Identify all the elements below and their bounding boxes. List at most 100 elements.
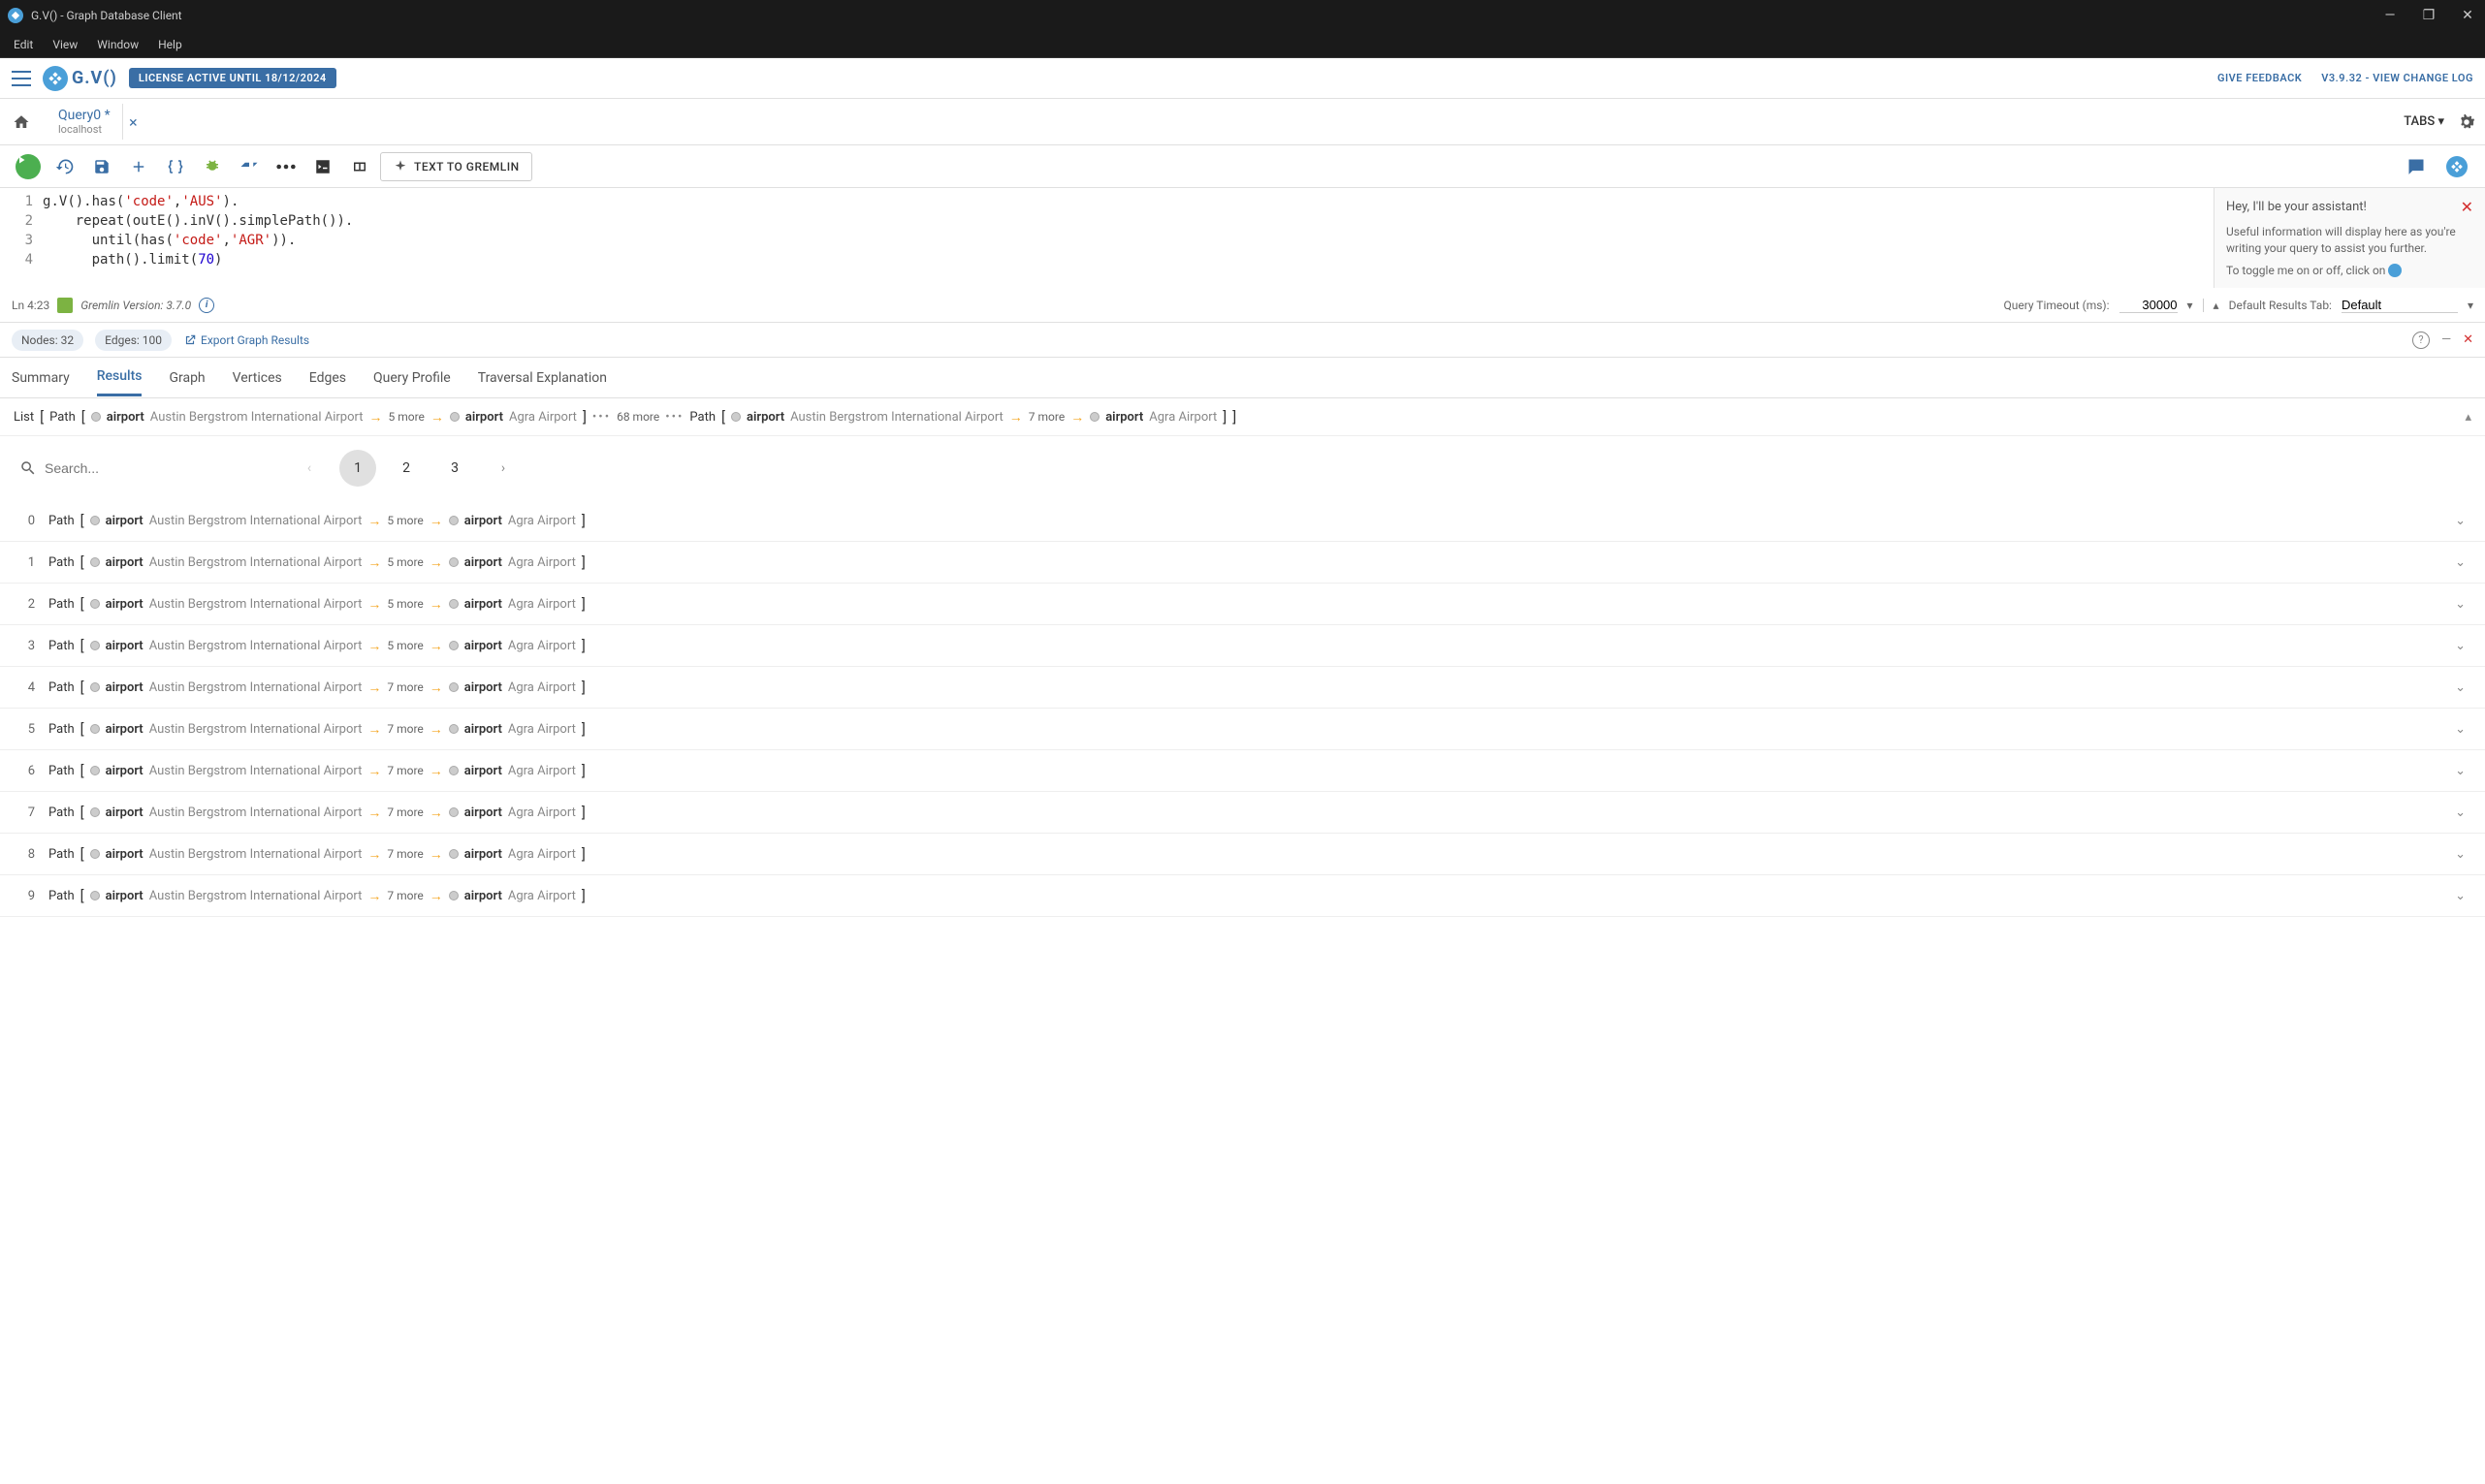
arrow-icon: → — [367, 763, 381, 779]
row-index: 3 — [19, 639, 35, 653]
result-row[interactable]: 2Path [ airport Austin Bergstrom Interna… — [0, 584, 2485, 625]
timeout-label: Query Timeout (ms): — [2003, 299, 2109, 312]
list-summary-row[interactable]: List [ Path [ airport Austin Bergstrom I… — [0, 398, 2485, 436]
result-row[interactable]: 3Path [ airport Austin Bergstrom Interna… — [0, 625, 2485, 667]
arrow-icon: → — [430, 513, 443, 529]
assistant-close-icon[interactable]: ✕ — [2461, 198, 2473, 216]
tab-graph[interactable]: Graph — [169, 361, 205, 395]
search-box — [19, 459, 252, 477]
hamburger-icon[interactable] — [12, 71, 31, 86]
route-icon[interactable] — [233, 150, 266, 183]
node-dot-icon — [91, 412, 101, 422]
page-1-button[interactable]: 1 — [339, 450, 376, 487]
help-icon[interactable]: ? — [2412, 332, 2430, 349]
add-icon[interactable] — [122, 150, 155, 183]
result-row[interactable]: 5Path [ airport Austin Bergstrom Interna… — [0, 709, 2485, 750]
menu-window[interactable]: Window — [87, 34, 148, 55]
minimize-button[interactable]: — — [2380, 8, 2400, 23]
home-icon[interactable] — [8, 113, 35, 131]
toggle-hint-icon — [2388, 264, 2402, 277]
menu-edit[interactable]: Edit — [4, 34, 43, 55]
expand-chevron-icon[interactable]: ⌄ — [2455, 889, 2466, 903]
next-page-button[interactable]: › — [485, 450, 522, 487]
expand-chevron-icon[interactable]: ⌄ — [2455, 555, 2466, 570]
results-header: Nodes: 32 Edges: 100 Export Graph Result… — [0, 323, 2485, 358]
default-tab-select[interactable] — [2342, 298, 2458, 313]
arrow-icon: → — [367, 554, 381, 571]
expand-chevron-icon[interactable]: ⌄ — [2455, 514, 2466, 528]
result-row[interactable]: 6Path [ airport Austin Bergstrom Interna… — [0, 750, 2485, 792]
default-tab-dropdown-icon[interactable]: ▾ — [2468, 299, 2473, 312]
tab-query-profile[interactable]: Query Profile — [373, 361, 451, 395]
expand-chevron-icon[interactable]: ⌄ — [2455, 597, 2466, 612]
assistant-panel: Hey, I'll be your assistant! ✕ Useful in… — [2214, 188, 2485, 288]
close-results-icon[interactable]: ✕ — [2463, 332, 2473, 347]
assistant-toggle-icon[interactable] — [2440, 150, 2473, 183]
collapse-chevron-icon[interactable]: ▴ — [2465, 410, 2471, 425]
close-tab-icon[interactable]: × — [129, 112, 138, 131]
bug-icon[interactable] — [196, 150, 229, 183]
page-2-button[interactable]: 2 — [388, 450, 425, 487]
text-to-gremlin-button[interactable]: TEXT TO GREMLIN — [380, 152, 532, 181]
give-feedback-link[interactable]: GIVE FEEDBACK — [2217, 72, 2302, 84]
tab-traversal-explanation[interactable]: Traversal Explanation — [478, 361, 607, 395]
expand-chevron-icon[interactable]: ⌄ — [2455, 639, 2466, 653]
menu-view[interactable]: View — [43, 34, 87, 55]
minimize-results-icon[interactable]: — — [2441, 332, 2451, 347]
node-dot-icon — [90, 724, 100, 734]
expand-chevron-icon[interactable]: ⌄ — [2455, 680, 2466, 695]
expand-chevron-icon[interactable]: ⌄ — [2455, 722, 2466, 737]
book-icon[interactable] — [343, 150, 376, 183]
expand-chevron-icon[interactable]: ⌄ — [2455, 805, 2466, 820]
run-query-button[interactable] — [12, 150, 45, 183]
tab-edges[interactable]: Edges — [309, 361, 346, 395]
gremlin-version: Gremlin Version: 3.7.0 — [80, 299, 191, 312]
expand-chevron-icon[interactable]: ⌄ — [2455, 764, 2466, 778]
arrow-icon: → — [430, 721, 443, 738]
tabs-dropdown[interactable]: TABS ▾ — [2404, 114, 2444, 129]
tab-summary[interactable]: Summary — [12, 361, 70, 395]
result-row[interactable]: 1Path [ airport Austin Bergstrom Interna… — [0, 542, 2485, 584]
history-icon[interactable] — [48, 150, 81, 183]
chat-icon[interactable] — [2400, 150, 2433, 183]
app-logo[interactable]: G.V() — [43, 66, 117, 91]
result-row[interactable]: 8Path [ airport Austin Bergstrom Interna… — [0, 834, 2485, 875]
code-content[interactable]: g.V().has('code','AUS'). repeat(outE().i… — [43, 192, 2214, 284]
timeout-input[interactable] — [2119, 298, 2178, 313]
node-dot-icon — [449, 807, 459, 817]
settings-gear-icon[interactable] — [2456, 111, 2477, 133]
result-row[interactable]: 9Path [ airport Austin Bergstrom Interna… — [0, 875, 2485, 917]
terminal-icon[interactable] — [306, 150, 339, 183]
node-dot-icon — [731, 412, 741, 422]
query-tab[interactable]: Query0 * localhost × — [47, 104, 123, 140]
export-graph-link[interactable]: Export Graph Results — [183, 333, 309, 347]
collapse-up-icon[interactable]: ▴ — [2203, 299, 2219, 312]
result-row[interactable]: 0Path [ airport Austin Bergstrom Interna… — [0, 500, 2485, 542]
result-row[interactable]: 4Path [ airport Austin Bergstrom Interna… — [0, 667, 2485, 709]
arrow-icon: → — [1009, 409, 1023, 426]
node-dot-icon — [90, 516, 100, 525]
result-row[interactable]: 7Path [ airport Austin Bergstrom Interna… — [0, 792, 2485, 834]
maximize-button[interactable]: ❐ — [2419, 8, 2438, 23]
arrow-icon: → — [430, 888, 443, 904]
changelog-link[interactable]: V3.9.32 - VIEW CHANGE LOG — [2321, 72, 2473, 84]
search-input[interactable] — [45, 460, 239, 476]
row-index: 4 — [19, 680, 35, 695]
arrow-icon: → — [367, 846, 381, 863]
timeout-dropdown-icon[interactable]: ▾ — [2187, 299, 2193, 312]
expand-chevron-icon[interactable]: ⌄ — [2455, 847, 2466, 862]
save-icon[interactable] — [85, 150, 118, 183]
code-editor[interactable]: 1 2 3 4 g.V().has('code','AUS'). repeat(… — [0, 188, 2214, 288]
info-icon[interactable]: i — [199, 298, 214, 313]
prev-page-button[interactable]: ‹ — [291, 450, 328, 487]
menu-help[interactable]: Help — [148, 34, 192, 55]
result-rows: 0Path [ airport Austin Bergstrom Interna… — [0, 500, 2485, 917]
more-icon[interactable] — [270, 150, 303, 183]
braces-icon[interactable] — [159, 150, 192, 183]
close-window-button[interactable]: ✕ — [2458, 8, 2477, 23]
tab-vertices[interactable]: Vertices — [233, 361, 282, 395]
arrow-icon: → — [368, 409, 382, 426]
page-3-button[interactable]: 3 — [436, 450, 473, 487]
tab-results[interactable]: Results — [97, 359, 143, 396]
row-index: 8 — [19, 847, 35, 862]
